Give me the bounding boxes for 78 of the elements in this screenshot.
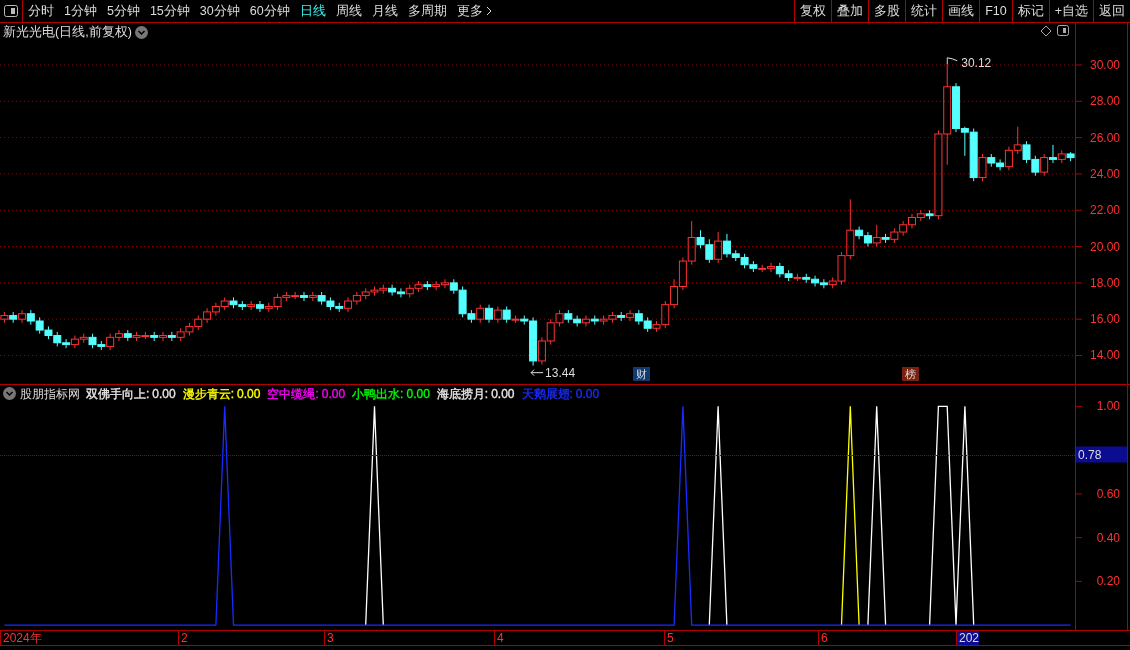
toolbar-button[interactable]: +自选 <box>1048 0 1093 22</box>
legend-value: 0.00 <box>321 387 346 401</box>
candlestick <box>485 304 494 324</box>
legend-label: 天鹅展翅: <box>521 387 573 401</box>
axis-label: 0.20 <box>1096 574 1120 589</box>
axis-label: 16.00 <box>1089 312 1120 327</box>
toolbar-button[interactable]: 返回 <box>1093 0 1130 22</box>
period-tab[interactable]: 日线 <box>294 0 331 22</box>
time-axis-label: 2 <box>178 631 188 645</box>
date-label: 202 <box>956 631 980 645</box>
axis-label: 28.00 <box>1089 94 1120 109</box>
indicator-name: 股朋指标网 <box>20 387 80 401</box>
period-tab[interactable]: 月线 <box>366 0 403 22</box>
toolbar-button[interactable]: 统计 <box>905 0 943 22</box>
toolbar-button[interactable]: 复权 <box>794 0 832 22</box>
legend-value: 0.00 <box>406 387 430 401</box>
period-tab[interactable]: 周线 <box>330 0 367 22</box>
candlestick <box>159 331 168 342</box>
cursor-value: 0.78 <box>1078 447 1102 462</box>
event-marker[interactable]: 榜 <box>902 367 919 381</box>
toolbar-button[interactable]: 叠加 <box>831 0 869 22</box>
arrow-icon <box>531 369 544 376</box>
period-tab[interactable]: 1分钟 <box>59 0 102 22</box>
candlestick <box>18 309 27 324</box>
chevron-icon <box>485 6 492 16</box>
axis-label: 30.00 <box>1089 58 1120 72</box>
axis-label: 0.60 <box>1096 486 1120 501</box>
event-marker[interactable]: 财 <box>633 367 650 381</box>
legend-value: 0.00 <box>491 387 515 401</box>
time-axis-label: 2024年 <box>0 631 42 645</box>
period-tab[interactable]: 15分钟 <box>144 0 195 22</box>
axis-label: 24.00 <box>1089 166 1120 181</box>
axis-label: 20.00 <box>1089 239 1120 254</box>
toolbar-button[interactable]: 多股 <box>868 0 906 22</box>
axis-label: 1.00 <box>1096 399 1120 414</box>
candlestick <box>626 309 635 322</box>
legend-label: 海底捞月: <box>436 387 489 401</box>
price-label: 13.44 <box>545 365 576 380</box>
candlestick <box>247 300 256 311</box>
time-axis-label: 4 <box>494 631 504 645</box>
legend-value: 0.00 <box>575 387 600 401</box>
legend-label: 空中缆绳: <box>267 387 319 401</box>
toolbar-button[interactable]: F10 <box>979 0 1012 22</box>
dropdown-icon[interactable] <box>134 25 148 39</box>
legend-label: 双佛手向上: <box>86 387 150 401</box>
time-axis-label: 3 <box>324 631 334 645</box>
flag-icon <box>947 57 958 64</box>
candlestick <box>1048 144 1057 164</box>
candlestick <box>255 300 264 313</box>
price-label: 30.12 <box>961 55 992 70</box>
axis-label: 14.00 <box>1089 348 1120 363</box>
legend-value: 0.00 <box>237 387 261 401</box>
legend-value: 0.00 <box>152 387 176 401</box>
axis-label: 0.40 <box>1096 530 1120 545</box>
candlestick <box>581 315 590 327</box>
period-tab[interactable]: 多周期 <box>402 0 452 22</box>
axis-label: 26.00 <box>1089 130 1120 145</box>
period-tab[interactable]: 分时 <box>23 0 59 22</box>
more-button[interactable]: 更多 <box>451 0 497 22</box>
toolbar-button[interactable]: 画线 <box>942 0 980 22</box>
axis-label: 22.00 <box>1089 203 1120 218</box>
cursor-value-background <box>1076 446 1127 463</box>
time-axis-label: 6 <box>818 631 828 645</box>
period-tab[interactable]: 60分钟 <box>244 0 295 22</box>
diamond-icon[interactable] <box>1041 26 1051 36</box>
legend-label: 漫步青云: <box>182 387 235 401</box>
panel-toggle-icon[interactable] <box>1057 25 1069 36</box>
toolbar-button[interactable]: 标记 <box>1011 0 1049 22</box>
panel-toggle-icon[interactable] <box>4 5 18 17</box>
time-axis-label: 5 <box>664 631 674 645</box>
dropdown-icon[interactable] <box>3 387 16 400</box>
legend-label: 小鸭出水: <box>352 387 404 401</box>
axis-label: 18.00 <box>1089 275 1120 290</box>
chart-title: 新光光电(日线,前复权) <box>3 24 132 41</box>
candlestick <box>300 291 308 302</box>
period-tab[interactable]: 5分钟 <box>101 0 145 22</box>
period-tab[interactable]: 30分钟 <box>194 0 245 22</box>
candlestick <box>714 231 723 264</box>
